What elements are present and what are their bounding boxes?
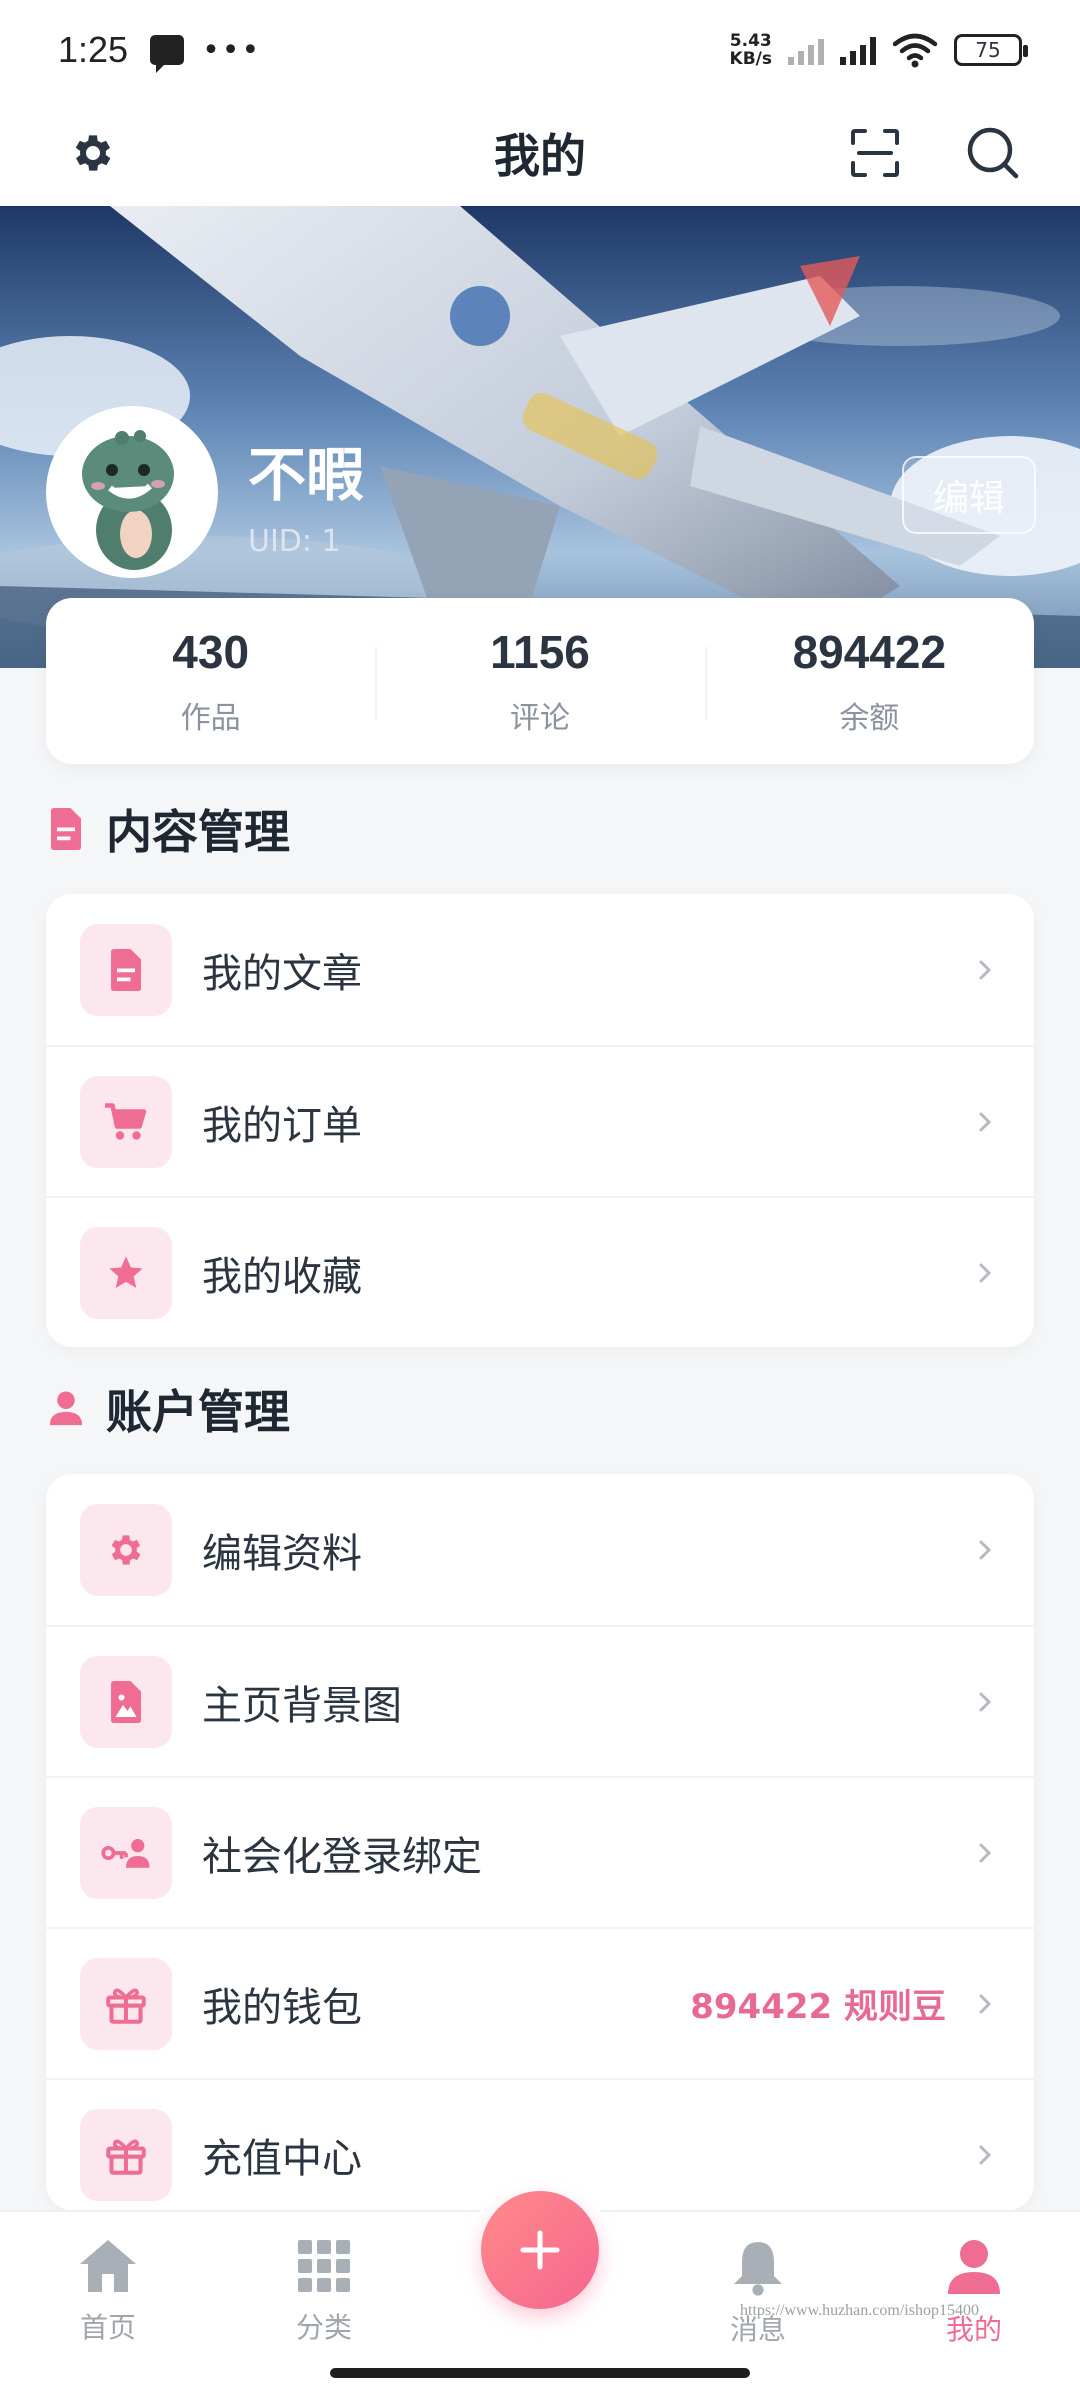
stat-value: 894422 [792,626,947,678]
stat-label: 余额 [839,701,900,736]
menu-item-homepage-background[interactable]: 主页背景图 [46,1625,1034,1776]
username: 不暇 [248,441,365,509]
menu-item-label: 我的钱包 [202,1984,362,2031]
home-indicator[interactable] [330,2368,750,2378]
document-icon [51,808,81,850]
key-user-icon [101,1838,150,1868]
user-icon [49,1391,83,1426]
status-time: 1:25 [58,29,129,70]
home-icon [80,2240,136,2292]
section-title: 账户管理 [106,1385,290,1439]
menu-item-label: 充值中心 [202,2135,362,2182]
row-icon-bg [80,1806,172,1899]
nav-item-mine[interactable]: 我的 [904,2238,1044,2348]
stat-comments[interactable]: 1156 评论 [375,625,704,737]
stats-card: 430 作品 1156 评论 894422 余额 [46,598,1034,764]
section-header-account: 账户管理 [48,1376,290,1442]
stat-value: 1156 [490,626,590,678]
network-speed-value: 5.43 [729,31,772,51]
stat-label: 评论 [509,701,570,736]
menu-item-label: 我的收藏 [202,1253,362,1300]
search-icon [967,127,1019,179]
menu-item-my-articles[interactable]: 我的文章 [46,894,1034,1045]
nav-item-messages[interactable]: 消息 [688,2238,828,2348]
plus-icon [520,2230,560,2270]
row-icon-bg [80,2108,172,2201]
wallet-balance: 894422 规则豆 [690,1987,946,2027]
row-icon-bg [80,1075,172,1168]
menu-item-label: 社会化登录绑定 [202,1833,482,1880]
message-notification-icon [150,35,185,73]
content-management-card: 我的文章 我的订单 我的收藏 [46,894,1034,1347]
menu-item-label: 我的文章 [202,950,362,997]
row-icon-bg [80,1503,172,1596]
avatar-dinosaur-image [52,412,212,572]
chevron-right-icon [970,2140,1000,2170]
chevron-right-icon [970,1107,1000,1137]
menu-item-edit-profile[interactable]: 编辑资料 [46,1474,1034,1625]
gear-icon [75,135,111,171]
nav-item-home[interactable]: 首页 [38,2238,178,2346]
network-speed-unit: KB/s [729,49,772,69]
create-post-button[interactable] [481,2191,599,2309]
menu-item-my-orders[interactable]: 我的订单 [46,1045,1034,1196]
menu-item-label: 编辑资料 [202,1530,362,1577]
star-icon [109,1255,143,1288]
scan-icon [851,129,899,177]
image-file-icon [111,1680,141,1723]
stat-works[interactable]: 430 作品 [46,625,375,737]
row-icon-bg [80,1226,172,1319]
more-notifications-icon: ••• [202,32,262,68]
fab-ring [468,2178,612,2322]
chevron-right-icon [970,1989,1000,2019]
battery-icon: 75 [954,34,1028,66]
avatar[interactable] [46,406,218,578]
stat-value: 430 [172,626,250,678]
nav-label: 首页 [79,2311,136,2344]
stat-label: 作品 [180,701,241,736]
chevron-right-icon [970,1258,1000,1288]
stat-balance[interactable]: 894422 余额 [704,625,1034,737]
signal-sim1-icon [840,35,876,65]
status-bar: 1:25 ••• 5.43 KB/s 75 [0,0,1080,100]
gift-icon [106,2139,146,2175]
row-icon-bg [80,1957,172,2050]
page-title: 我的 [494,129,586,183]
section-title: 内容管理 [106,805,290,859]
watermark-text: https://www.huzhan.com/ishop15400 [740,2302,979,2319]
menu-item-my-wallet[interactable]: 我的钱包 894422 规则豆 [46,1927,1034,2078]
battery-level: 75 [975,38,1001,62]
menu-item-label: 我的订单 [202,1102,362,1149]
settings-button[interactable] [58,118,128,188]
menu-item-my-favorites[interactable]: 我的收藏 [46,1196,1034,1347]
user-icon [948,2240,1000,2294]
scan-button[interactable] [840,118,910,188]
chevron-right-icon [970,1535,1000,1565]
gift-icon [106,1988,146,2024]
account-management-card: 编辑资料 主页背景图 社会化登录绑定 我的钱包 894422 规则豆 充值中心 [46,1474,1034,2210]
nav-item-category[interactable]: 分类 [254,2238,394,2346]
chevron-right-icon [970,955,1000,985]
network-speed: 5.43 KB/s [730,32,772,68]
menu-item-social-login-binding[interactable]: 社会化登录绑定 [46,1776,1034,1927]
status-indicators: 5.43 KB/s 75 [730,32,1028,68]
cart-icon [105,1102,147,1140]
section-header-content: 内容管理 [48,796,290,862]
bell-icon [734,2242,782,2296]
user-id: UID: 1 [248,524,341,559]
wifi-icon [892,33,938,68]
grid-icon [298,2240,350,2292]
document-icon [111,948,141,991]
nav-label: 分类 [295,2311,352,2344]
signal-sim2-icon [788,35,824,65]
search-button[interactable] [958,118,1028,188]
gear-icon [111,1534,141,1565]
chevron-right-icon [970,1838,1000,1868]
chevron-right-icon [970,1687,1000,1717]
row-icon-bg [80,923,172,1016]
edit-profile-button[interactable]: 编辑 [902,456,1036,534]
menu-item-label: 主页背景图 [202,1682,402,1729]
row-icon-bg [80,1655,172,1748]
app-header: 我的 [0,100,1080,206]
